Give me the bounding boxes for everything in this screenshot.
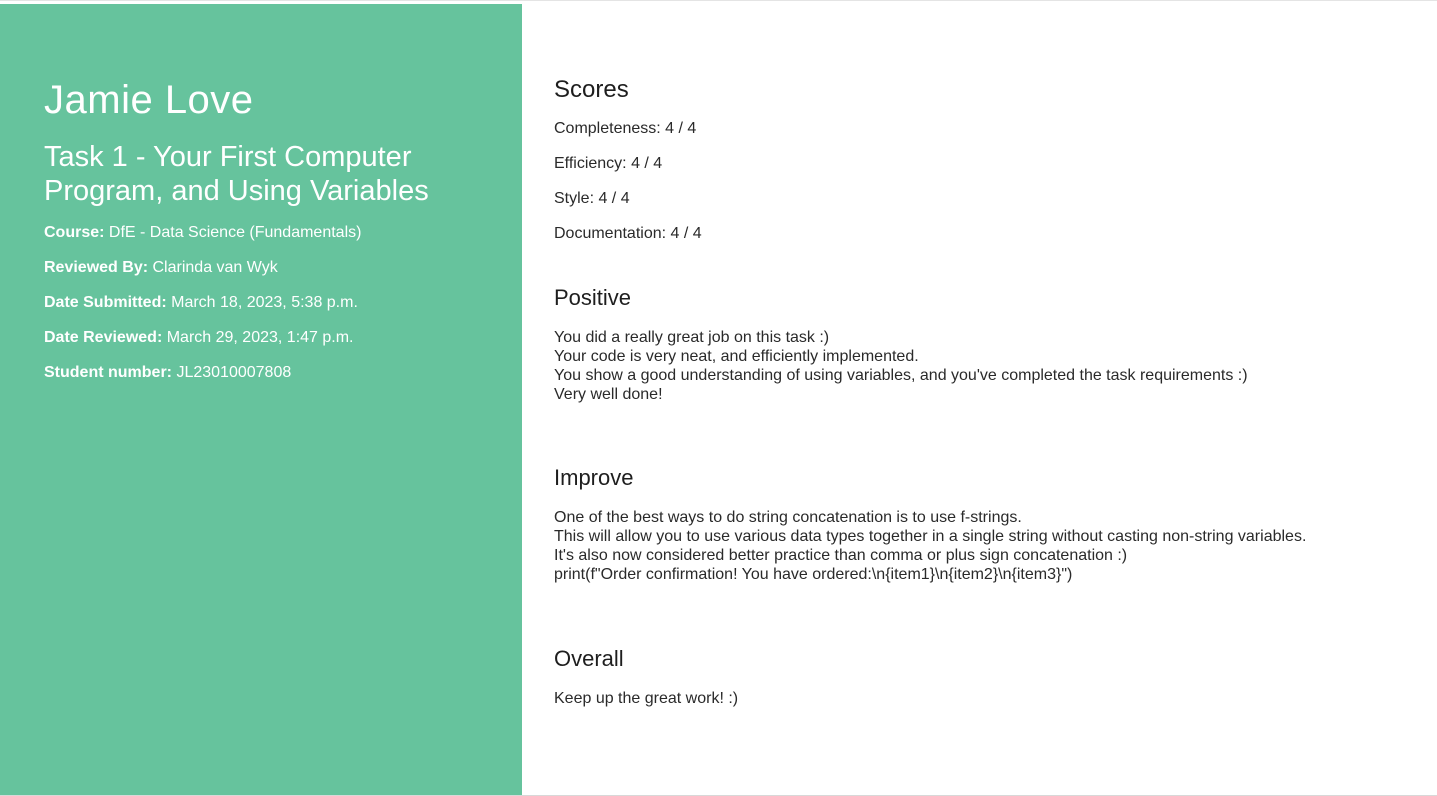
improve-section: Improve One of the best ways to do strin…	[554, 464, 1424, 584]
improve-line: One of the best ways to do string concat…	[554, 509, 1022, 526]
meta-date-reviewed: Date Reviewed: March 29, 2023, 1:47 p.m.	[44, 327, 504, 362]
improve-text: One of the best ways to do string concat…	[554, 508, 1424, 584]
meta-course-value: DfE - Data Science (Fundamentals)	[108, 224, 362, 241]
meta-student-number-value: JL23010007808	[176, 364, 292, 381]
meta-date-submitted: Date Submitted: March 18, 2023, 5:38 p.m…	[44, 292, 504, 327]
meta-date-reviewed-label: Date Reviewed:	[44, 329, 163, 346]
review-page: Jamie Love Task 1 - Your First Computer …	[0, 0, 1437, 796]
positive-line: Very well done!	[554, 386, 663, 403]
review-content: Scores Completeness: 4 / 4 Efficiency: 4…	[522, 4, 1437, 795]
meta-reviewed-by: Reviewed By: Clarinda van Wyk	[44, 257, 504, 292]
positive-line: Your code is very neat, and efficiently …	[554, 348, 919, 365]
scores-heading: Scores	[554, 76, 629, 103]
improve-heading: Improve	[554, 465, 634, 490]
student-name: Jamie Love	[44, 78, 254, 122]
task-title: Task 1 - Your First Computer Program, an…	[44, 141, 429, 207]
overall-text: Keep up the great work! :)	[554, 689, 1424, 708]
improve-code-line: print(f"Order confirmation! You have ord…	[554, 566, 1073, 583]
improve-line: It's also now considered better practice…	[554, 547, 1128, 564]
score-list: Completeness: 4 / 4 Efficiency: 4 / 4 St…	[554, 118, 1424, 258]
meta-student-number: Student number: JL23010007808	[44, 362, 504, 397]
meta-date-reviewed-value: March 29, 2023, 1:47 p.m.	[166, 329, 354, 346]
positive-line: You did a really great job on this task …	[554, 329, 830, 346]
score-completeness: Completeness: 4 / 4	[554, 120, 697, 137]
positive-text: You did a really great job on this task …	[554, 328, 1424, 404]
meta-date-submitted-label: Date Submitted:	[44, 294, 167, 311]
review-meta: Course: DfE - Data Science (Fundamentals…	[44, 222, 504, 397]
meta-date-submitted-value: March 18, 2023, 5:38 p.m.	[171, 294, 358, 311]
overall-line: Keep up the great work! :)	[554, 690, 739, 707]
meta-course: Course: DfE - Data Science (Fundamentals…	[44, 222, 504, 257]
score-documentation: Documentation: 4 / 4	[554, 225, 702, 242]
overall-section: Overall Keep up the great work! :)	[554, 645, 1424, 708]
improve-line: This will allow you to use various data …	[554, 528, 1307, 545]
positive-heading: Positive	[554, 285, 632, 310]
score-efficiency: Efficiency: 4 / 4	[554, 155, 663, 172]
scores-section: Scores Completeness: 4 / 4 Efficiency: 4…	[554, 76, 1424, 258]
positive-line: You show a good understanding of using v…	[554, 367, 1248, 384]
meta-course-label: Course:	[44, 224, 105, 241]
positive-section: Positive You did a really great job on t…	[554, 284, 1424, 404]
overall-heading: Overall	[554, 646, 624, 671]
score-style: Style: 4 / 4	[554, 190, 630, 207]
meta-reviewed-by-value: Clarinda van Wyk	[152, 259, 278, 276]
review-sidebar: Jamie Love Task 1 - Your First Computer …	[0, 4, 522, 795]
meta-student-number-label: Student number:	[44, 364, 172, 381]
meta-reviewed-by-label: Reviewed By:	[44, 259, 149, 276]
